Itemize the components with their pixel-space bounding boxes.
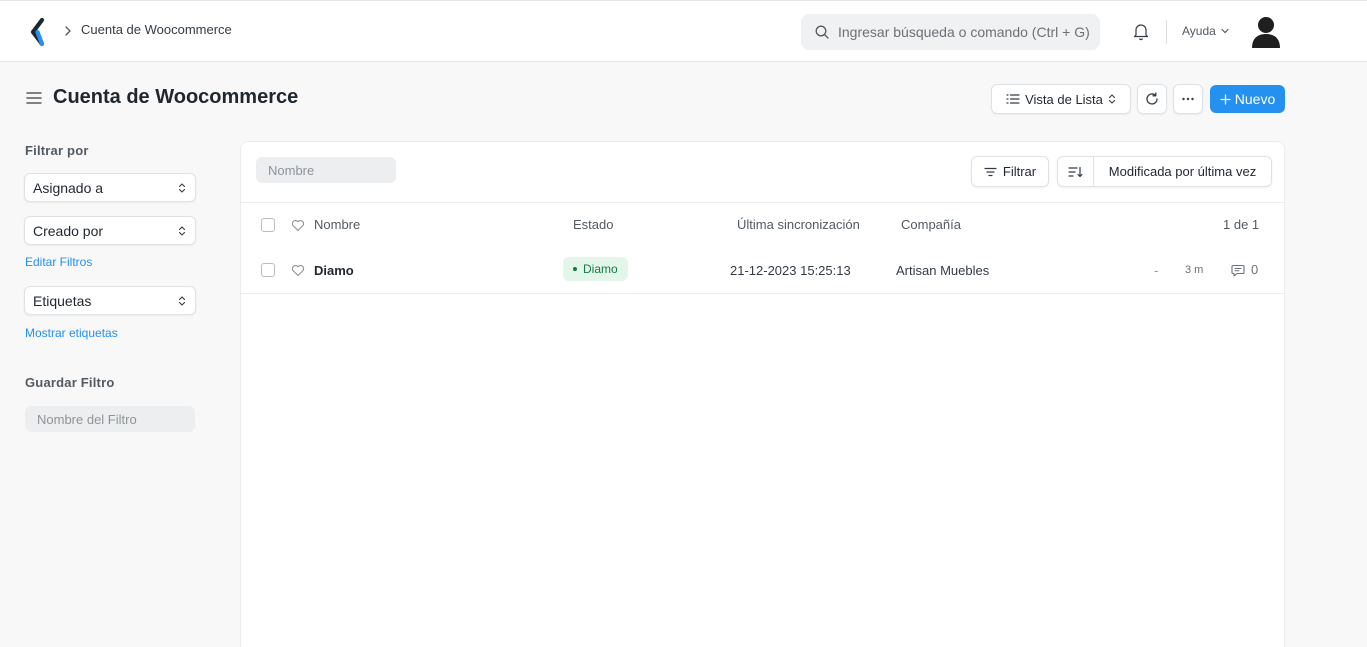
filter-name-input[interactable]: Nombre del Filtro [25, 406, 195, 432]
column-header-company[interactable]: Compañía [901, 217, 961, 232]
tags-select[interactable]: Etiquetas [24, 286, 196, 315]
search-bar[interactable]: Ingresar búsqueda o comando (Ctrl + G) [801, 14, 1100, 50]
search-placeholder: Ingresar búsqueda o comando (Ctrl + G) [838, 24, 1090, 40]
new-button[interactable]: Nuevo [1210, 85, 1285, 113]
filter-button-label: Filtrar [1002, 164, 1037, 179]
sort-direction-button[interactable] [1058, 157, 1094, 186]
notification-bell-icon[interactable] [1132, 22, 1150, 41]
row-assigned: - [1154, 263, 1159, 278]
breadcrumb-chevron-icon [65, 26, 71, 36]
row-checkbox[interactable] [261, 263, 275, 277]
search-icon [815, 25, 829, 39]
column-header-last-sync[interactable]: Última sincronización [737, 217, 860, 232]
tags-label: Etiquetas [33, 293, 92, 309]
chevron-down-icon [1221, 28, 1229, 34]
assigned-to-select[interactable]: Asignado a [24, 173, 196, 202]
column-header-status[interactable]: Estado [573, 217, 613, 232]
show-tags-link[interactable]: Mostrar etiquetas [25, 326, 118, 340]
select-arrows-icon [178, 183, 186, 193]
name-filter-input[interactable]: Nombre [256, 157, 396, 183]
plus-icon [1220, 93, 1231, 105]
divider [241, 293, 1284, 294]
divider [241, 202, 1284, 203]
select-all-checkbox[interactable] [261, 218, 275, 232]
more-actions-button[interactable] [1173, 84, 1203, 114]
sort-field-button[interactable]: Modificada por última vez [1094, 157, 1271, 186]
row-name-link[interactable]: Diamo [314, 263, 354, 278]
view-switcher-button[interactable]: Vista de Lista [991, 84, 1131, 114]
user-avatar-icon[interactable] [1250, 15, 1282, 49]
help-dropdown[interactable]: Ayuda [1182, 24, 1230, 38]
filter-by-label: Filtrar por [25, 143, 89, 158]
filter-button[interactable]: Filtrar [971, 156, 1049, 187]
breadcrumb-link[interactable]: Cuenta de Woocommerce [81, 22, 232, 37]
assigned-to-label: Asignado a [33, 180, 104, 196]
heart-icon[interactable] [291, 219, 305, 232]
more-dots-icon [1182, 97, 1194, 101]
select-arrows-icon [178, 296, 186, 306]
select-arrows-icon [1108, 94, 1115, 104]
row-modified-time: 3 m [1185, 264, 1204, 276]
status-badge: Diamo [563, 257, 628, 281]
status-dot-icon [573, 267, 577, 271]
view-switcher-label: Vista de Lista [1025, 91, 1103, 107]
list-icon [1006, 94, 1020, 104]
refresh-button[interactable] [1137, 84, 1167, 114]
navbar: Cuenta de Woocommerce Ingresar búsqueda … [0, 0, 1367, 62]
list-card: Nombre Filtrar Modificada por última vez… [240, 141, 1285, 647]
row-comment-count: 0 [1251, 262, 1259, 277]
new-button-label: Nuevo [1234, 91, 1276, 107]
created-by-select[interactable]: Creado por [24, 216, 196, 245]
edit-filters-link[interactable]: Editar Filtros [25, 255, 92, 269]
sort-descending-icon [1068, 166, 1083, 177]
comment-icon[interactable] [1231, 264, 1245, 277]
help-label: Ayuda [1182, 24, 1216, 38]
page-title: Cuenta de Woocommerce [53, 86, 299, 108]
sidebar-toggle-icon[interactable] [26, 91, 42, 105]
app-logo-icon[interactable] [28, 18, 50, 46]
status-badge-label: Diamo [583, 262, 618, 276]
created-by-label: Creado por [33, 223, 104, 239]
save-filter-label: Guardar Filtro [25, 375, 115, 390]
navbar-divider [1166, 20, 1167, 44]
record-count: 1 de 1 [1223, 217, 1260, 232]
heart-icon[interactable] [291, 264, 305, 277]
column-header-name[interactable]: Nombre [314, 217, 360, 232]
sort-selector: Modificada por última vez [1057, 156, 1272, 187]
row-company: Artisan Muebles [896, 263, 990, 278]
row-last-sync: 21-12-2023 15:25:13 [730, 263, 851, 278]
select-arrows-icon [178, 226, 186, 236]
refresh-icon [1146, 92, 1158, 105]
filter-icon [984, 167, 997, 176]
